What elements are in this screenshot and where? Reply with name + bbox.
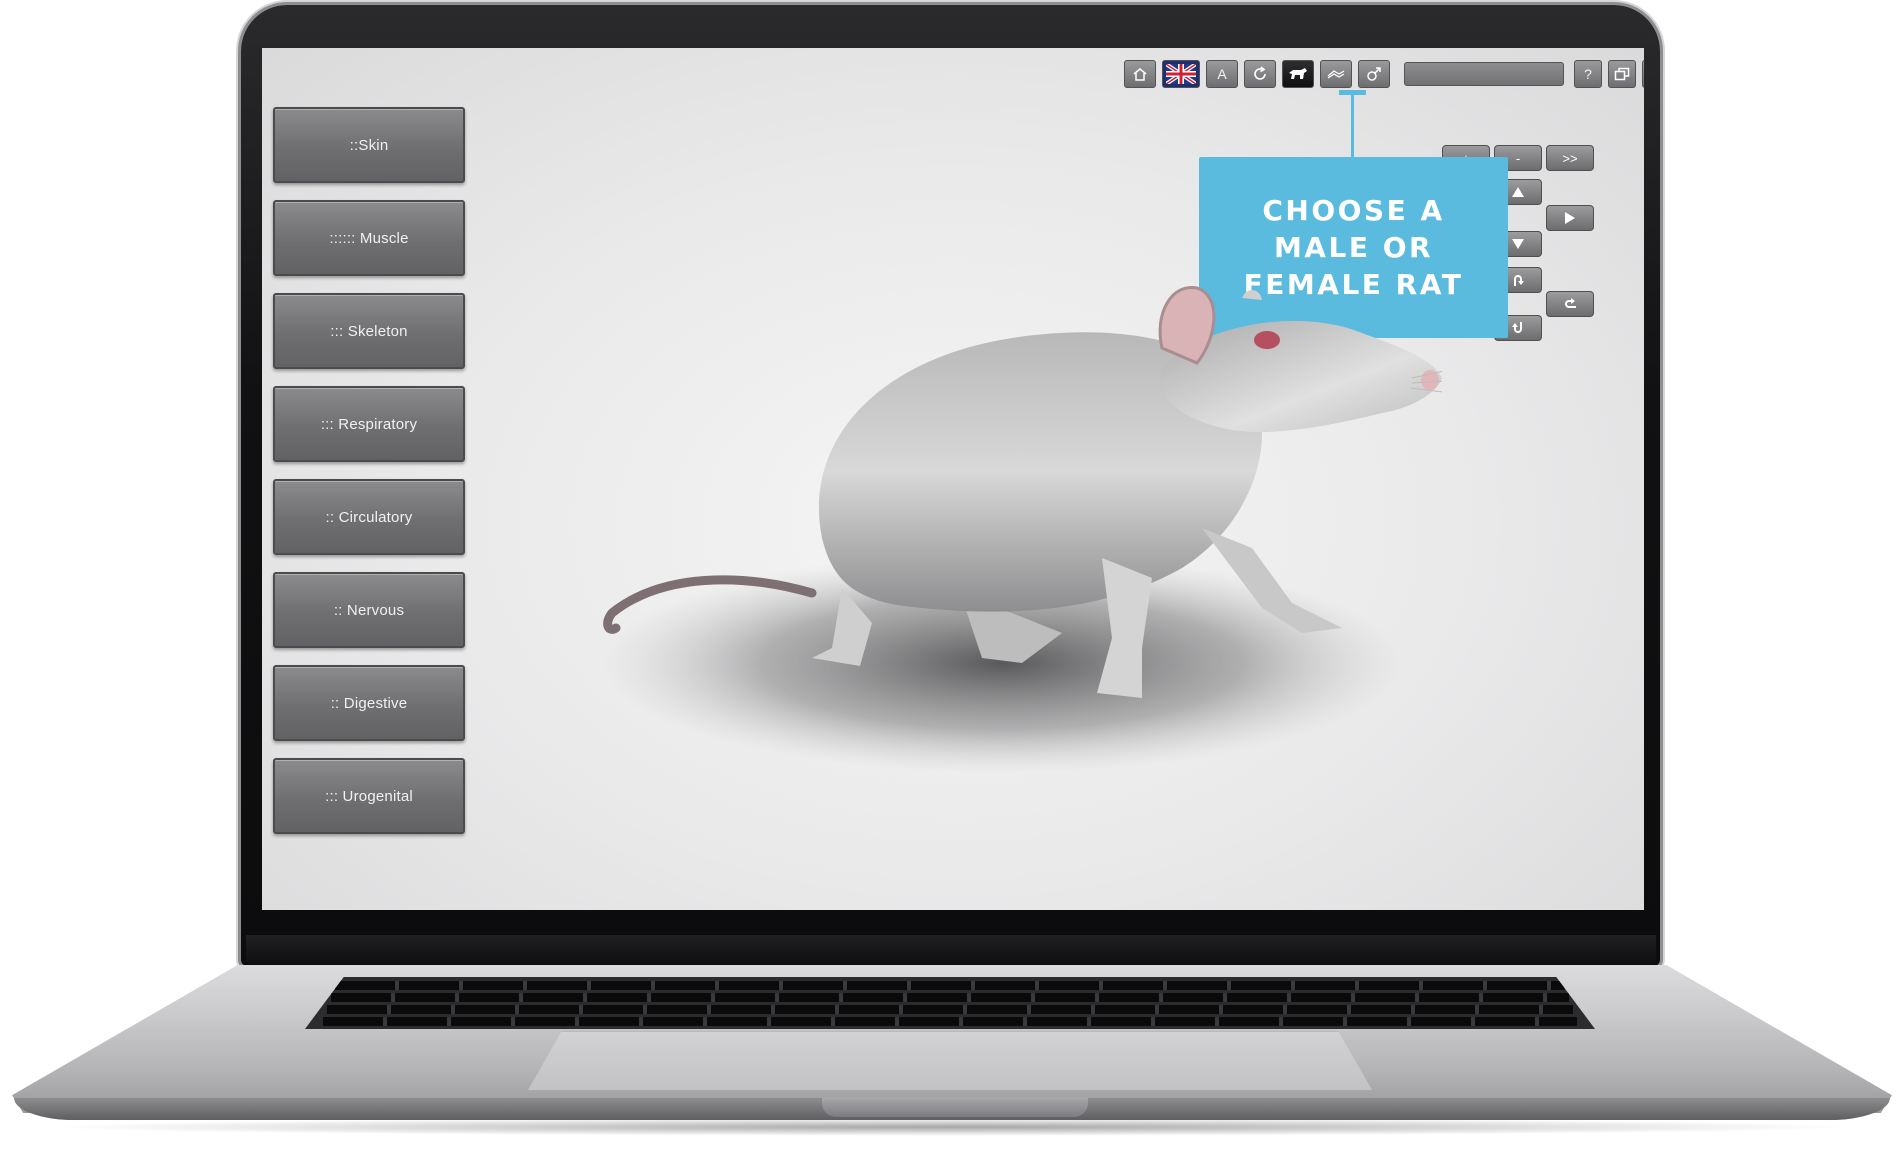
respiratory-button-label: ::: Respiratory <box>320 415 418 433</box>
top-toolbar: A ? X <box>1124 60 1644 88</box>
respiratory-button[interactable]: ::: Respiratory <box>273 386 465 462</box>
help-button[interactable]: ? <box>1574 60 1602 88</box>
next-button[interactable]: >> <box>1546 145 1594 171</box>
laptop-shadow <box>40 1118 1860 1136</box>
arrow-right-icon <box>1565 212 1575 224</box>
animal-icon <box>1289 68 1307 79</box>
rotate-arrow-icon <box>1565 298 1576 308</box>
app-screen: ::Skin :::::: Muscle ::: Skeleton ::: Re… <box>262 48 1644 910</box>
home-icon <box>1133 68 1147 81</box>
callout-pointer-line <box>1351 92 1354 160</box>
nervous-button[interactable]: :: Nervous <box>273 572 465 648</box>
search-field[interactable] <box>1404 62 1564 86</box>
curved-arrow-up-icon <box>1514 275 1524 286</box>
language-flag-button[interactable] <box>1162 60 1200 88</box>
layers-button[interactable] <box>1320 60 1352 88</box>
arrow-down-icon <box>1512 239 1524 249</box>
rotate-clockwise-button[interactable] <box>1546 291 1594 317</box>
digestive-button-label: :: Digestive <box>330 694 408 712</box>
rat-eye <box>1254 331 1280 349</box>
arrow-up-icon <box>1512 187 1524 197</box>
animal-view-button[interactable] <box>1282 60 1314 88</box>
restore-window-button[interactable] <box>1608 60 1636 88</box>
layers-icon <box>1327 70 1345 79</box>
skeleton-button-label: ::: Skeleton <box>330 322 408 340</box>
help-icon: ? <box>1584 66 1592 82</box>
curved-arrow-down-icon <box>1512 322 1522 333</box>
home-button[interactable] <box>1124 60 1156 88</box>
urogenital-button[interactable]: ::: Urogenital <box>273 758 465 834</box>
sex-toggle-button[interactable] <box>1358 60 1390 88</box>
skin-button-label: ::Skin <box>349 136 389 154</box>
close-button[interactable]: X <box>1642 60 1644 88</box>
font-icon: A <box>1217 66 1227 82</box>
skeleton-button[interactable]: ::: Skeleton <box>273 293 465 369</box>
uk-flag-icon <box>1166 64 1196 84</box>
male-female-icon <box>1367 67 1381 81</box>
digestive-button[interactable]: :: Digestive <box>273 665 465 741</box>
trackpad <box>528 1031 1372 1090</box>
rat-ear-far <box>1242 289 1262 300</box>
zoom-out-icon: - <box>1515 150 1521 166</box>
next-icon: >> <box>1562 150 1578 166</box>
reset-view-button[interactable] <box>1244 60 1276 88</box>
circulatory-button[interactable]: :: Circulatory <box>273 479 465 555</box>
refresh-icon <box>1254 66 1266 80</box>
urogenital-button-label: ::: Urogenital <box>325 787 413 805</box>
lid-opening-notch <box>822 1097 1088 1117</box>
restore-icon <box>1614 67 1630 81</box>
circulatory-button-label: :: Circulatory <box>325 508 413 526</box>
skin-button[interactable]: ::Skin <box>273 107 465 183</box>
system-sidebar: ::Skin :::::: Muscle ::: Skeleton ::: Re… <box>273 107 465 851</box>
keyboard <box>305 977 1595 1029</box>
laptop-hinge <box>246 935 1656 965</box>
nervous-button-label: :: Nervous <box>333 601 405 619</box>
muscle-button[interactable]: :::::: Muscle <box>273 200 465 276</box>
rotate-right-button[interactable] <box>1546 205 1594 231</box>
rat-3d-model <box>602 286 1442 773</box>
muscle-button-label: :::::: Muscle <box>329 229 409 247</box>
rat-ear <box>1158 286 1216 365</box>
font-button[interactable]: A <box>1206 60 1238 88</box>
